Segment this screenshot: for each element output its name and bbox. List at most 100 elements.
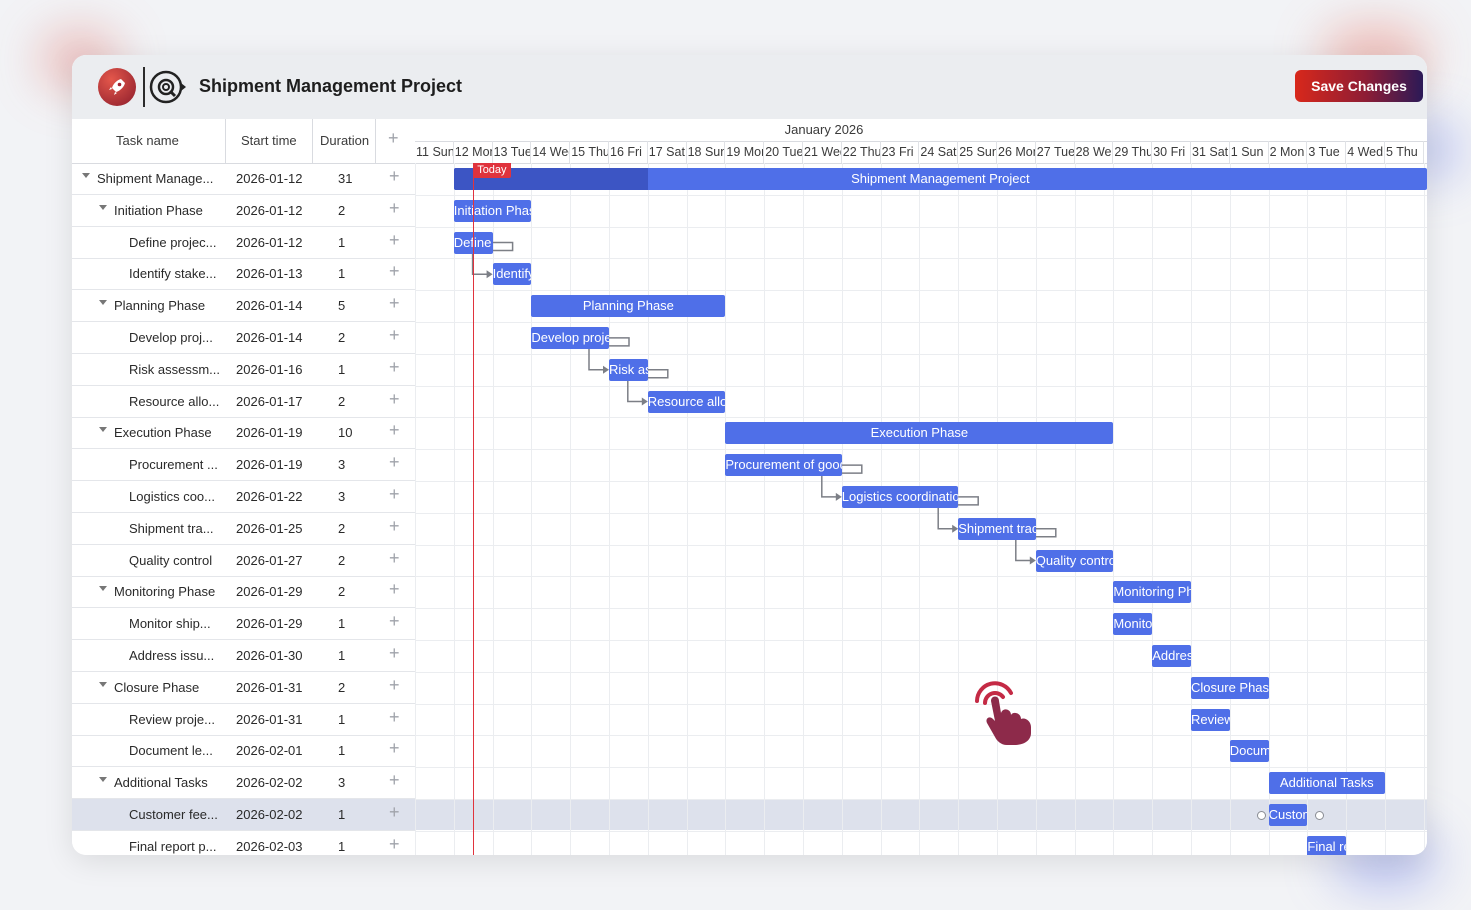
table-row[interactable]: Address issu... 2026-01-30 1 + [72,640,415,672]
task-bar[interactable]: Review project [1191,708,1230,731]
task-name-cell[interactable]: Shipment Manage... [97,171,213,186]
table-row[interactable]: Execution Phase 2026-01-19 10 + [72,417,415,450]
start-time-cell[interactable]: 2026-01-22 [236,489,303,504]
duration-cell[interactable]: 3 [338,457,345,472]
table-row[interactable]: Review proje... 2026-01-31 1 + [72,704,415,736]
add-subtask-icon[interactable]: + [389,166,400,187]
column-header-duration[interactable]: Duration [320,133,369,148]
task-bar[interactable]: Risk assessment [609,358,648,381]
task-name-cell[interactable]: Procurement ... [129,457,218,472]
save-changes-button[interactable]: Save Changes [1295,70,1423,102]
add-subtask-icon[interactable]: + [389,357,400,378]
start-time-cell[interactable]: 2026-02-02 [236,775,303,790]
add-subtask-icon[interactable]: + [389,675,400,696]
collapse-caret-icon[interactable] [99,300,107,306]
duration-cell[interactable]: 2 [338,584,345,599]
add-subtask-icon[interactable]: + [389,198,400,219]
table-row[interactable]: Closure Phase 2026-01-31 2 + [72,672,415,704]
collapse-caret-icon[interactable] [99,681,107,687]
task-name-cell[interactable]: Initiation Phase [114,203,203,218]
task-name-cell[interactable]: Define projec... [129,235,216,250]
duration-cell[interactable]: 1 [338,362,345,377]
task-bar[interactable]: Resource allocation [647,390,726,413]
task-name-cell[interactable]: Monitor ship... [129,616,211,631]
start-time-cell[interactable]: 2026-02-01 [236,743,303,758]
task-name-cell[interactable]: Shipment tra... [129,521,214,536]
task-bar[interactable]: Address issues [1152,645,1191,667]
table-row[interactable]: Logistics coo... 2026-01-22 3 + [72,481,415,513]
duration-cell[interactable]: 31 [338,171,352,186]
add-subtask-icon[interactable]: + [389,420,400,441]
task-bar[interactable]: Initiation Phase [453,199,532,222]
duration-cell[interactable]: 1 [338,266,345,281]
collapse-caret-icon[interactable] [99,204,107,210]
task-name-cell[interactable]: Additional Tasks [114,775,208,790]
duration-cell[interactable]: 1 [338,616,345,631]
duration-cell[interactable]: 5 [338,298,345,313]
task-bar[interactable]: Document lessons [1229,740,1269,763]
table-row[interactable]: Monitoring Phase 2026-01-29 2 + [72,576,415,609]
add-subtask-icon[interactable]: + [389,738,400,759]
duration-cell[interactable]: 1 [338,743,345,758]
table-row[interactable]: Final report p... 2026-02-03 1 + [72,831,415,855]
task-name-cell[interactable]: Develop proj... [129,330,213,345]
start-time-cell[interactable]: 2026-01-16 [236,362,303,377]
start-time-cell[interactable]: 2026-01-31 [236,680,303,695]
task-name-cell[interactable]: Document le... [129,743,213,758]
task-name-cell[interactable]: Logistics coo... [129,489,215,504]
duration-cell[interactable]: 1 [338,807,345,822]
task-name-cell[interactable]: Execution Phase [114,425,212,440]
start-time-cell[interactable]: 2026-01-13 [236,266,303,281]
task-bar[interactable]: Additional Tasks [1268,772,1385,795]
add-subtask-icon[interactable]: + [389,389,400,410]
add-subtask-icon[interactable]: + [389,261,400,282]
start-time-cell[interactable]: 2026-01-19 [236,457,303,472]
task-name-cell[interactable]: Monitoring Phase [114,584,215,599]
table-row[interactable]: Customer fee... 2026-02-02 1 + [72,799,415,831]
column-header-task-name[interactable]: Task name [116,133,179,148]
start-time-cell[interactable]: 2026-01-27 [236,553,303,568]
link-handle-icon[interactable] [1256,811,1266,820]
table-row[interactable]: Define projec... 2026-01-12 1 + [72,227,415,259]
table-row[interactable]: Resource allo... 2026-01-17 2 + [72,386,415,418]
table-row[interactable]: Develop proj... 2026-01-14 2 + [72,322,415,354]
collapse-caret-icon[interactable] [99,777,107,783]
start-time-cell[interactable]: 2026-01-17 [236,394,303,409]
add-subtask-icon[interactable]: + [389,484,400,505]
add-task-icon[interactable]: + [388,128,399,149]
add-subtask-icon[interactable]: + [389,293,400,314]
table-row[interactable]: Document le... 2026-02-01 1 + [72,735,415,768]
duration-cell[interactable]: 2 [338,521,345,536]
start-time-cell[interactable]: 2026-01-29 [236,616,303,631]
task-bar[interactable]: Monitor shipments [1113,613,1153,636]
duration-cell[interactable]: 1 [338,648,345,663]
task-bar[interactable]: Execution Phase [725,422,1114,445]
collapse-caret-icon[interactable] [82,173,90,178]
add-subtask-icon[interactable]: + [389,325,400,346]
start-time-cell[interactable]: 2026-01-19 [236,425,303,440]
duration-cell[interactable]: 1 [338,235,345,250]
add-subtask-icon[interactable]: + [389,834,400,855]
table-row[interactable]: Shipment tra... 2026-01-25 2 + [72,513,415,545]
duration-cell[interactable]: 3 [338,489,345,504]
add-subtask-icon[interactable]: + [389,611,400,632]
duration-cell[interactable]: 10 [338,425,352,440]
table-row[interactable]: Additional Tasks 2026-02-02 3 + [72,767,415,800]
start-time-cell[interactable]: 2026-01-12 [236,203,303,218]
collapse-caret-icon[interactable] [99,427,107,433]
task-bar[interactable]: Identify stakeholders [492,263,532,286]
table-row[interactable]: Planning Phase 2026-01-14 5 + [72,290,415,323]
table-row[interactable]: Risk assessm... 2026-01-16 1 + [72,354,415,386]
task-bar[interactable]: Quality control [1035,549,1114,572]
task-bar[interactable]: Final report [1307,835,1347,855]
table-row[interactable]: Initiation Phase 2026-01-12 2 + [72,195,415,227]
table-row[interactable]: Identify stake... 2026-01-13 1 + [72,258,415,291]
task-name-cell[interactable]: Address issu... [129,648,214,663]
add-subtask-icon[interactable]: + [389,707,400,728]
task-name-cell[interactable]: Quality control [129,553,212,568]
duration-cell[interactable]: 2 [338,680,345,695]
table-row[interactable]: Monitor ship... 2026-01-29 1 + [72,608,415,641]
start-time-cell[interactable]: 2026-01-29 [236,584,303,599]
column-divider[interactable] [225,119,226,163]
task-bar[interactable]: Shipment Management Project [453,168,1427,190]
